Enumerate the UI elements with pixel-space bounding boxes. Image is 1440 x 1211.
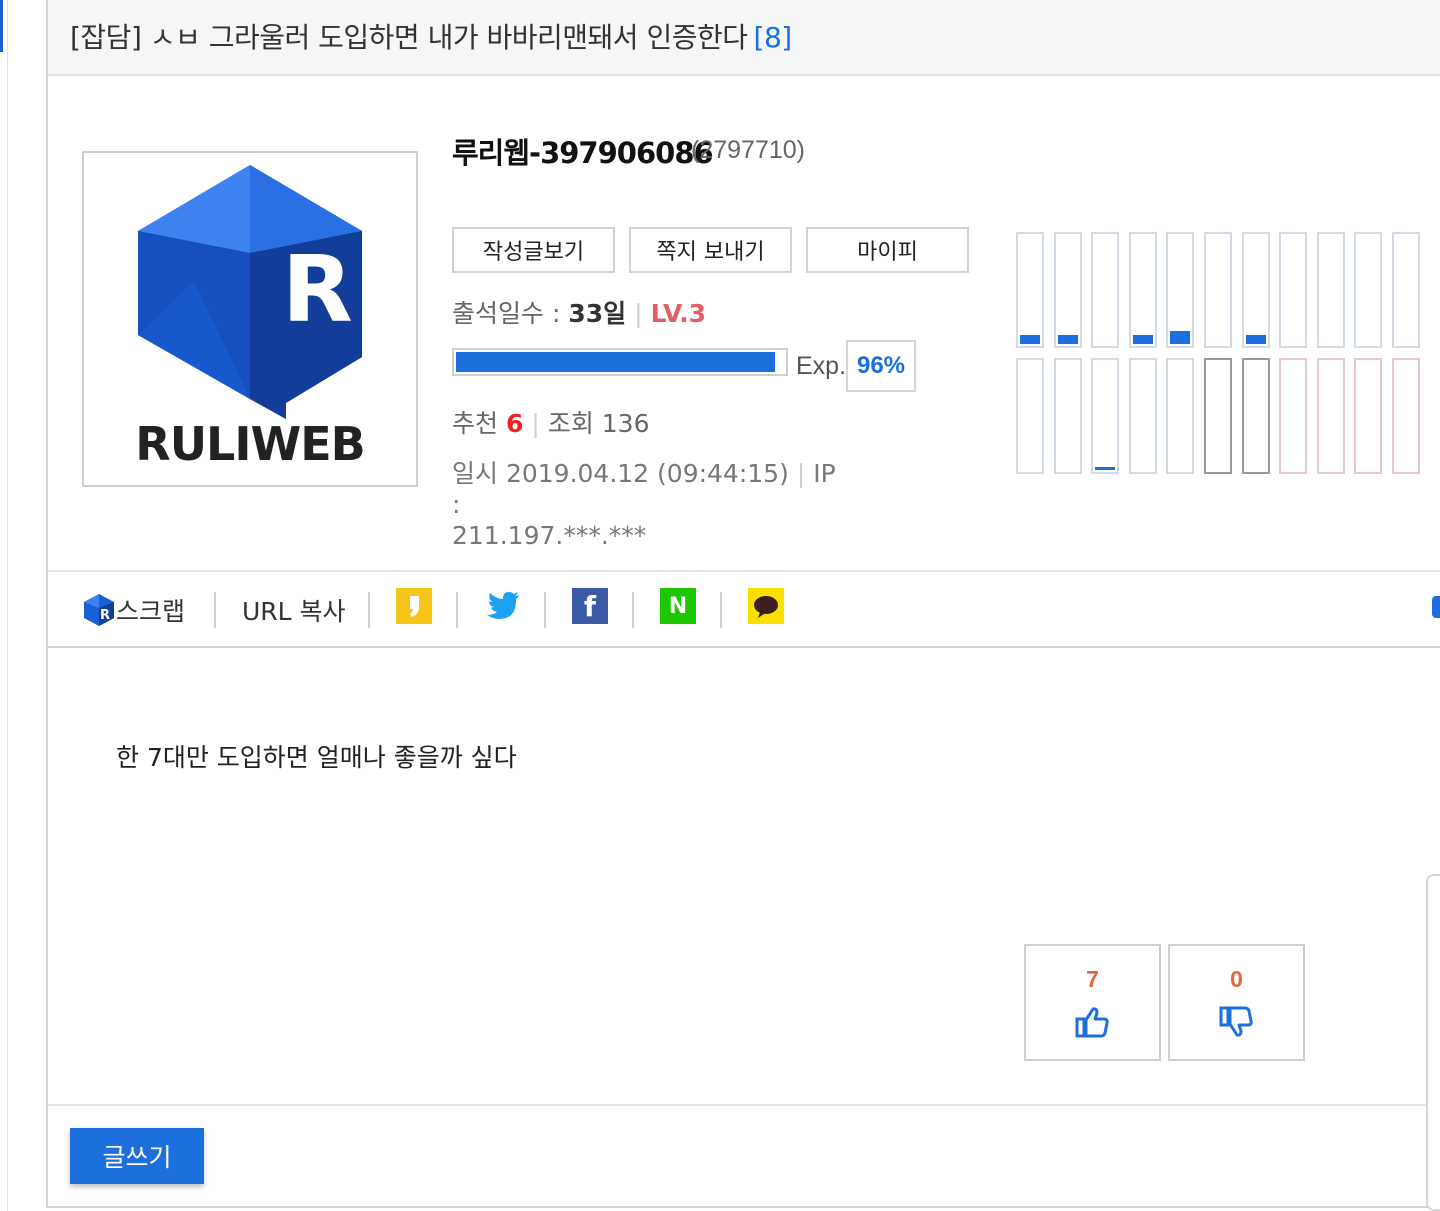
ruliweb-cube-icon: R [84,594,114,626]
recommend-count: 6 [505,409,524,438]
share-divider [368,592,370,628]
post-body: 한 7대만 도입하면 얼매나 좋을까 싶다 [116,743,517,772]
exp-progress-fill [456,352,775,372]
kakaostory-icon[interactable] [396,588,432,624]
side-scroll-icon[interactable] [1432,596,1440,618]
logo-text: RULIWEB [135,417,365,471]
activity-gauge-top [1053,232,1082,348]
post-stats: 추천 6 | 조회 136 [452,404,650,440]
share-divider [544,592,546,628]
kakaotalk-glyph [754,596,778,618]
exp-percent: 96% [846,340,916,392]
activity-gauge-top [1204,232,1232,348]
url-copy-button[interactable]: URL 복사 [242,590,346,630]
activity-gauge-bottom [1091,358,1120,474]
separator: | [531,409,540,438]
thumbs-up-icon [1075,1007,1109,1038]
post-frame: [잡담] ㅅㅂ 그라울러 도입하면 내가 바바리맨돼서 인증한다 [8] R RU… [46,0,1440,1208]
activity-gauge-top [1392,232,1420,348]
activity-gauge-top [1128,232,1157,348]
kakaotalk-icon[interactable] [748,588,784,624]
exp-label: Exp. [796,352,847,380]
share-divider [456,592,458,628]
mypi-button[interactable]: 마이피 [806,227,969,273]
activity-gauge-fill [1170,330,1191,344]
share-bar: R 스크랩 URL 복사 f N [48,570,1440,648]
bottom-divider [48,1104,1440,1106]
naver-icon[interactable]: N [660,588,696,624]
post-date: 일시 2019.04.12 (09:44:15) [452,459,789,488]
views-label: 조회 [547,409,594,438]
activity-gauge-top [1091,232,1120,348]
share-divider [214,592,216,628]
views-count: 136 [601,409,650,438]
facebook-glyph: f [583,589,597,623]
activity-gauge-top [1016,232,1044,348]
separator: | [796,459,806,488]
downvote-count: 0 [1230,966,1243,992]
profile-image[interactable]: R RULIWEB [82,151,418,487]
activity-gauge-bottom [1166,358,1195,474]
url-copy-label: URL 복사 [242,597,346,626]
twitter-icon[interactable] [484,588,520,624]
activity-gauge-fill [1132,335,1153,344]
view-posts-button[interactable]: 작성글보기 [452,227,615,273]
side-panel-handle[interactable] [1426,874,1440,1211]
attendance-value: 33일 [568,299,627,328]
activity-gauge-bottom [1241,358,1270,474]
exp-progress-bar [452,348,788,376]
activity-gauge-top [1279,232,1308,348]
upvote-count: 7 [1086,966,1099,992]
author-nickname[interactable]: 루리웹-397906086 [452,130,714,172]
activity-gauge-bottom [1016,358,1044,474]
activity-gauge-bottom [1128,358,1157,474]
scrap-label: 스크랩 [116,597,186,626]
twitter-glyph [487,592,519,619]
facebook-icon[interactable]: f [572,588,608,624]
activity-gauge-top [1354,232,1383,348]
recommend-label: 추천 [452,409,499,438]
post-title: [잡담] ㅅㅂ 그라울러 도입하면 내가 바바리맨돼서 인증한다 [8] [70,16,792,56]
author-user-id: (2797710) [691,136,805,164]
activity-gauge-bottom [1316,358,1345,474]
write-post-button[interactable]: 글쓰기 [70,1128,204,1184]
activity-gauge-bottom [1392,358,1420,474]
activity-gauge-fill [1020,335,1040,344]
share-divider [632,592,634,628]
left-divider [7,0,8,1211]
level-badge: LV.3 [650,299,707,328]
activity-gauge-fill [1057,335,1078,344]
activity-gauge-bottom [1279,358,1308,474]
attendance-info: 출석일수 : 33일 | LV.3 [452,294,706,330]
post-date-ip: 일시 2019.04.12 (09:44:15) | IP : 211.197.**… [452,458,852,551]
post-title-bar: [잡담] ㅅㅂ 그라울러 도입하면 내가 바바리맨돼서 인증한다 [8] [48,0,1440,76]
upvote-button[interactable]: 7 [1024,944,1161,1061]
activity-gauge-fill [1095,466,1116,470]
activity-gauge-top [1241,232,1270,348]
activity-gauge-bottom [1354,358,1383,474]
ip-value: 211.197.***.*** [452,521,647,550]
scrap-button[interactable]: R 스크랩 [82,590,185,630]
attendance-label: 출석일수 : [452,299,561,328]
share-divider [720,592,722,628]
activity-gauge-fill [1245,335,1266,344]
svg-text:R: R [282,236,353,343]
activity-gauge-top [1166,232,1195,348]
activity-gauge-bottom [1204,358,1232,474]
activity-gauge-bottom [1053,358,1082,474]
activity-gauges [1016,232,1440,476]
comment-count[interactable]: [8] [754,21,793,54]
downvote-button[interactable]: 0 [1168,944,1305,1061]
activity-gauge-top [1316,232,1345,348]
post-title-text: ㅅㅂ 그라울러 도입하면 내가 바바리맨돼서 인증한다 [149,21,748,54]
naver-glyph: N [668,593,688,619]
thumbs-down-icon [1219,1006,1253,1037]
svg-text:R: R [100,608,110,623]
kakaostory-glyph [410,596,419,617]
separator: | [634,299,643,328]
send-message-button[interactable]: 쪽지 보내기 [629,227,792,273]
post-category: [잡담] [70,21,142,54]
left-accent-bar [0,0,3,52]
